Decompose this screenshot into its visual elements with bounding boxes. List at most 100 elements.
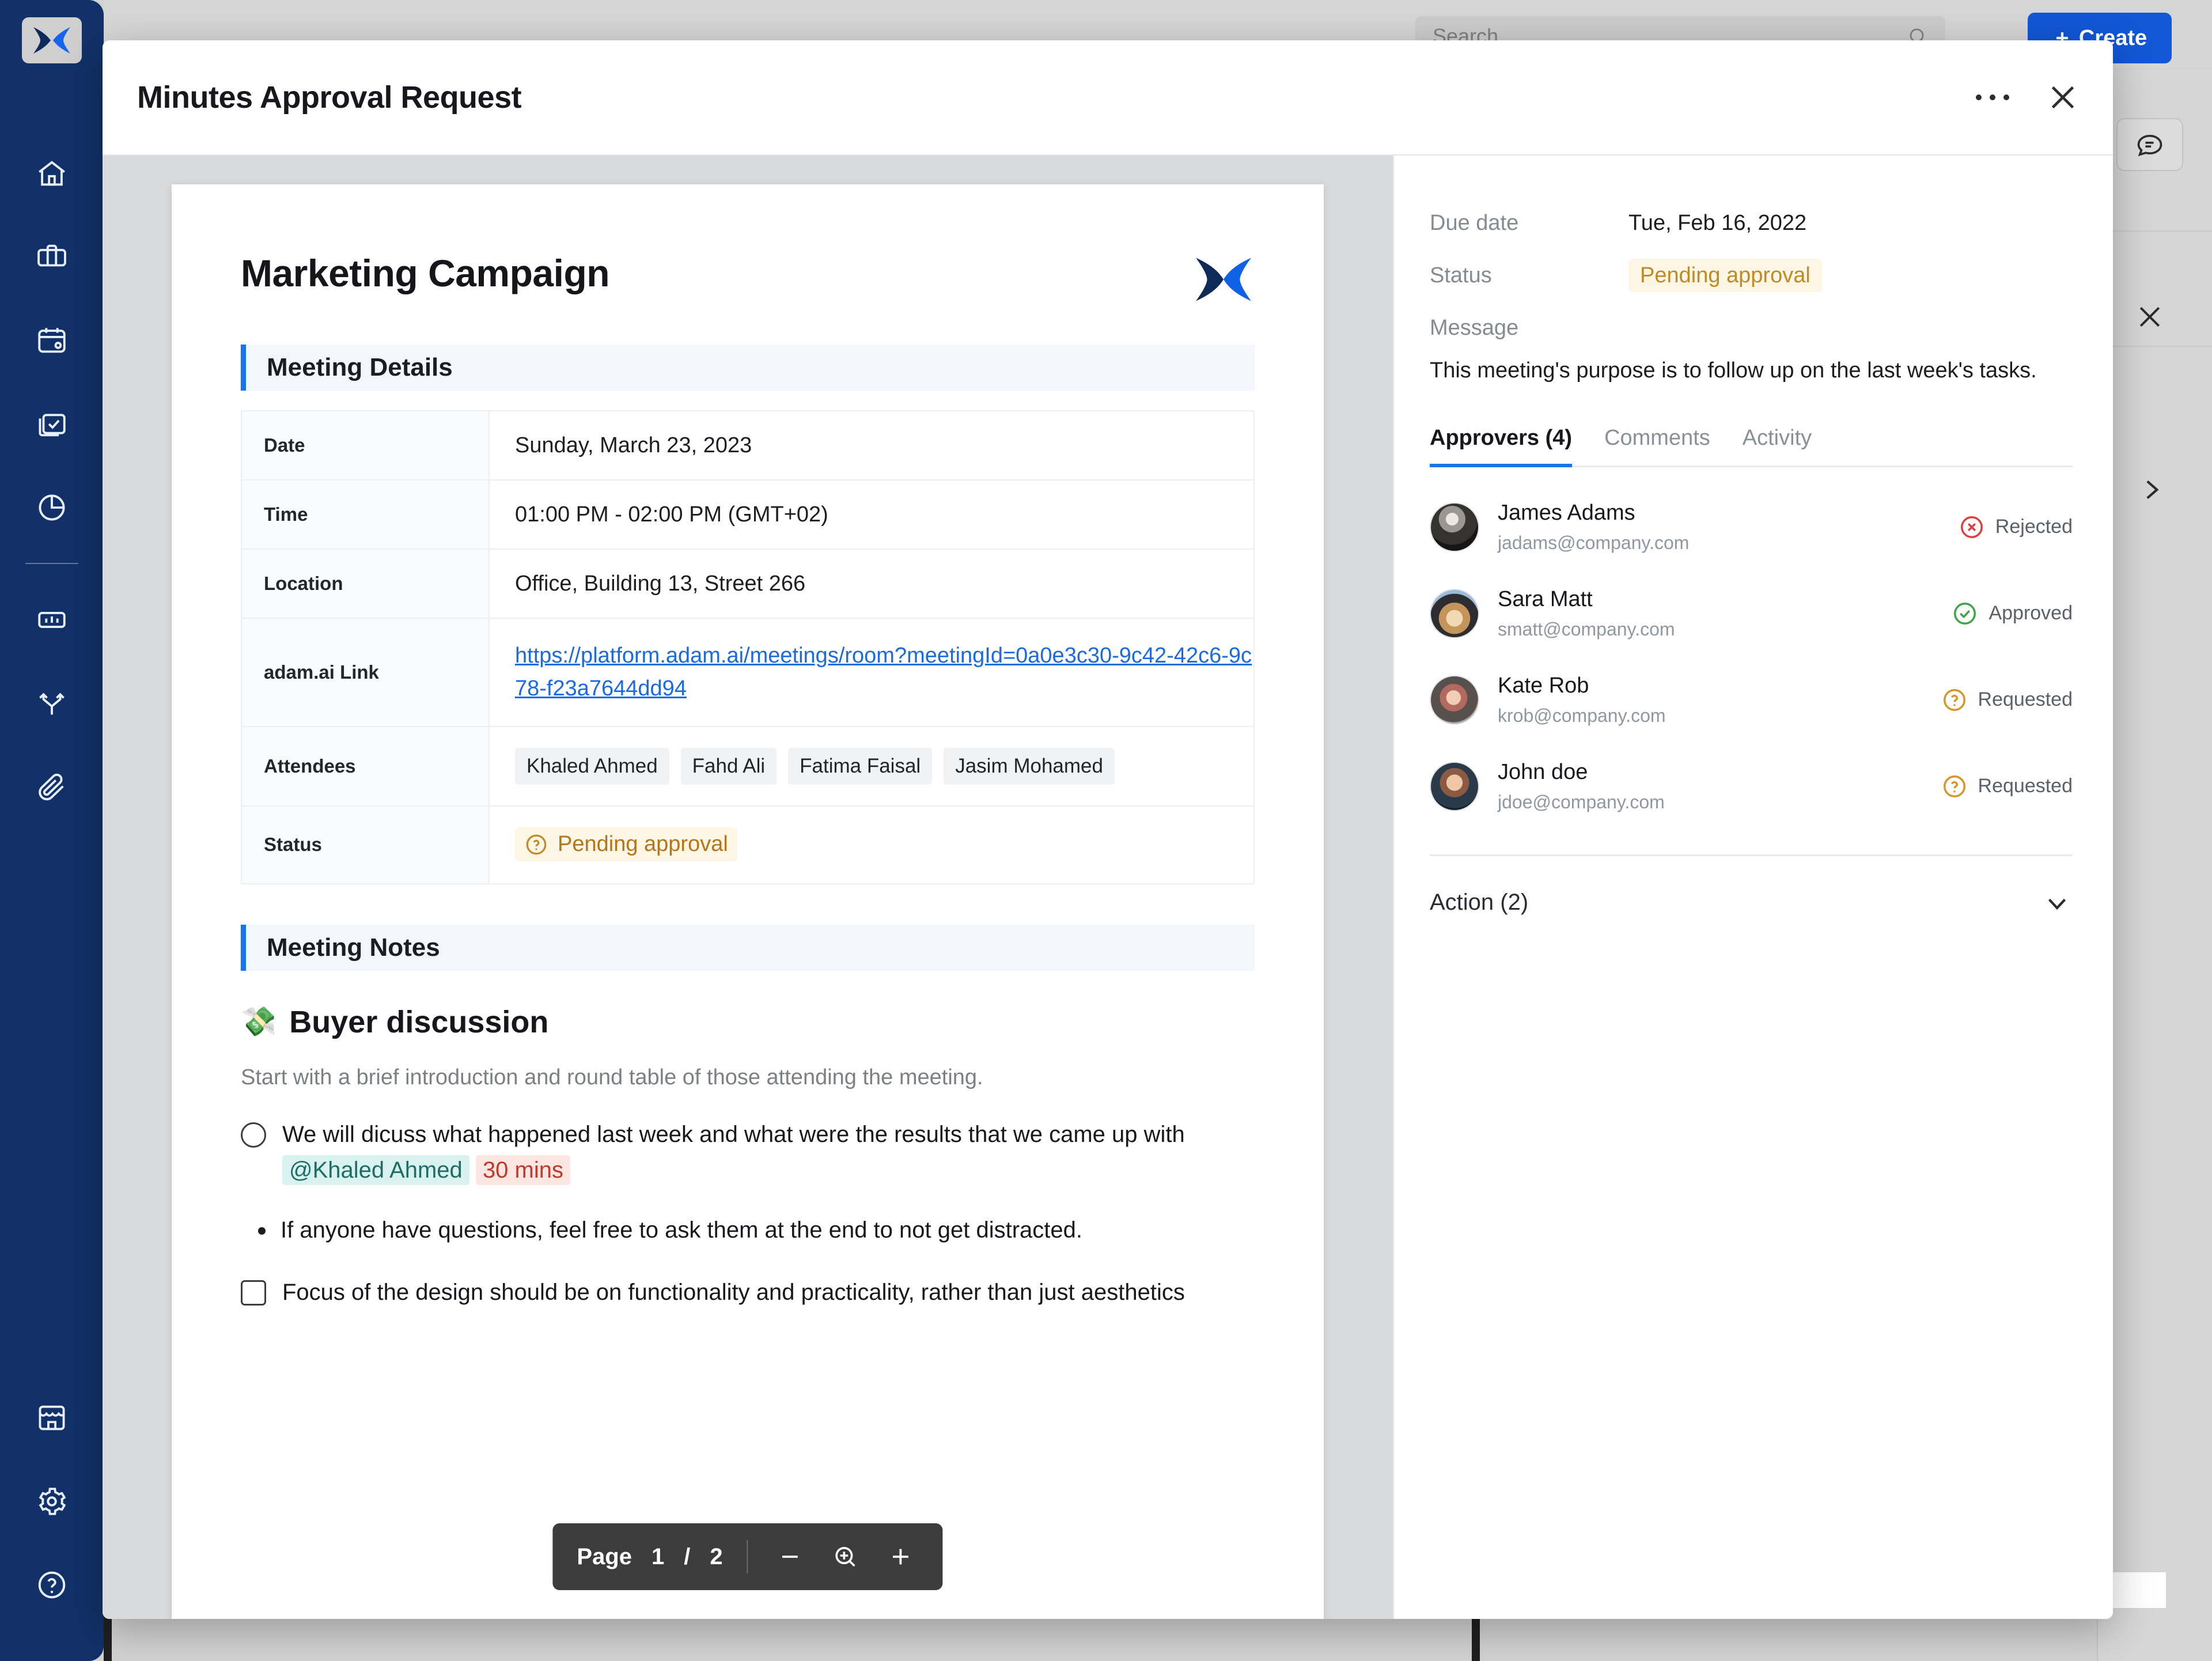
attendee-chip: Fatima Faisal [788,748,932,785]
circle-question-icon [524,833,548,857]
document-viewer: Marketing Campaign Meeting Details Date … [103,156,1393,1619]
close-icon [2134,301,2165,332]
detail-key: Date [241,411,489,480]
modal-header-actions [1972,77,2083,118]
action-section-toggle[interactable]: Action (2) [1430,887,2073,918]
zoom-reset-button[interactable] [828,1539,863,1575]
decisions-icon [35,687,69,720]
list-item: James Adams jadams@company.com Rejected [1430,501,2073,554]
pie-chart-icon [35,491,69,524]
sidebar-item-tasks[interactable] [0,382,104,466]
document-page: Marketing Campaign Meeting Details Date … [172,184,1324,1619]
sidebar-item-marketplace[interactable] [0,1376,104,1459]
page-indicator: Page 1 / 2 [552,1544,747,1570]
home-icon [35,157,69,190]
briefcase-icon [35,240,69,274]
status-badge: Rejected [1959,514,2073,540]
zoom-out-button[interactable] [772,1539,808,1575]
settings-gear-icon [35,1485,69,1518]
table-row: Location Office, Building 13, Street 266 [241,549,1254,618]
help-circle-icon [35,1568,69,1602]
detail-key: Status [241,806,489,884]
adam-ai-logo-icon [1192,255,1255,304]
sidebar-item-help[interactable] [0,1543,104,1626]
list-item: Sara Matt smatt@company.com Approved [1430,587,2073,640]
sidebar-divider [25,563,78,564]
sidebar-item-meetings[interactable] [0,298,104,382]
avatar [1430,762,1479,811]
attachment-icon [35,770,69,804]
action-section-label: Action (2) [1430,890,1528,915]
rail-expand-button[interactable] [2134,472,2168,507]
duration-pill: 30 mins [476,1155,570,1185]
message-text: This meeting's purpose is to follow up o… [1430,353,2073,389]
radio-unchecked-icon[interactable] [241,1122,266,1148]
sidebar-item-settings[interactable] [0,1459,104,1543]
close-modal-button[interactable] [2043,77,2083,118]
detail-key: adam.ai Link [241,618,489,727]
table-row: Status Pending approval [241,806,1254,884]
note-intro-text: Start with a brief introduction and roun… [241,1065,1255,1090]
sidebar-secondary-nav [0,1376,104,1626]
sidebar-item-attachments[interactable] [0,745,104,828]
sidebar-item-home[interactable] [0,131,104,215]
meeting-room-link[interactable]: https://platform.adam.ai/meetings/room?m… [515,640,1253,705]
close-icon [2046,80,2080,115]
section-heading-meeting-notes: Meeting Notes [241,925,1255,971]
note-item-body: We will dicuss what happened last week a… [282,1122,1185,1147]
adam-ai-logo[interactable] [22,17,82,63]
page-separator: / [684,1544,690,1570]
bullet-dot-icon [258,1227,266,1235]
sidebar-item-reports[interactable] [0,578,104,661]
rail-close-button[interactable] [2133,300,2167,334]
tab-activity[interactable]: Activity [1743,426,1812,466]
attendee-chip: Khaled Ahmed [515,748,669,785]
attendee-chip: Jasim Mohamed [944,748,1115,785]
status-label: Requested [1978,775,2073,797]
status-badge: Requested [1941,773,2073,800]
more-options-button[interactable] [1972,77,2013,118]
current-page-number[interactable]: 1 [652,1544,664,1570]
tab-comments[interactable]: Comments [1604,426,1710,466]
minus-icon [777,1543,804,1570]
status-badge: Approved [1952,600,2073,627]
circle-question-icon [1941,773,1968,800]
adam-ai-logo-icon [31,25,73,56]
zoom-in-button[interactable] [883,1539,919,1575]
circle-x-icon [1959,514,1985,540]
comment-bubble-button[interactable] [2116,118,2183,171]
note-bullet-item: If anyone have questions, feel free to a… [241,1212,1255,1248]
status-badge-label: Pending approval [558,832,728,857]
due-date-label: Due date [1430,211,1628,236]
approver-name: John doe [1498,760,1665,785]
rail-divider [2098,230,2212,232]
attendee-chip: Fahd Ali [681,748,777,785]
sidebar-item-workspaces[interactable] [0,215,104,298]
tab-approvers[interactable]: Approvers (4) [1430,426,1572,466]
bar-chart-icon [35,603,69,637]
status-badge: Pending approval [1628,259,1822,292]
approver-name: Sara Matt [1498,587,1675,612]
note-heading: 💸 Buyer discussion [241,1004,1255,1040]
minutes-approval-modal: Minutes Approval Request Marketing Campa… [103,40,2113,1619]
approver-name: Kate Rob [1498,674,1666,698]
status-label: Approved [1988,602,2073,625]
sidebar-item-decisions[interactable] [0,661,104,745]
zoom-controls [748,1539,943,1575]
status-label: Requested [1978,688,2073,711]
tasks-icon [35,407,69,441]
due-date-value: Tue, Feb 16, 2022 [1628,211,1806,236]
plus-icon [888,1543,914,1570]
approver-email: jadams@company.com [1498,532,1689,554]
chevron-down-icon [2041,887,2073,918]
message-label: Message [1430,316,1628,340]
checkbox-unchecked-icon[interactable] [241,1280,266,1306]
approvers-list: James Adams jadams@company.com Rejected … [1430,501,2073,813]
table-row: adam.ai Link https://platform.adam.ai/me… [241,618,1254,727]
table-row: Time 01:00 PM - 02:00 PM (GMT+02) [241,480,1254,549]
detail-key: Location [241,549,489,618]
status-row: Status Pending approval [1430,263,2073,288]
marketplace-icon [35,1401,69,1435]
sidebar-item-analytics[interactable] [0,466,104,549]
mention-pill[interactable]: @Khaled Ahmed [282,1155,469,1185]
